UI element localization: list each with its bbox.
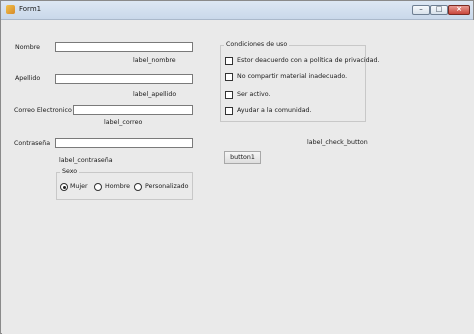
checkbox-privacidad-label: Estor deacuerdo con a política de privac… — [237, 57, 380, 64]
radio-personalizado-label: Personalizado — [145, 183, 189, 190]
checkbox-comunidad[interactable] — [225, 107, 233, 115]
form-client-area: Nombre label_nombre Apellido label_apell… — [2, 20, 474, 334]
maximize-button[interactable]: □ — [430, 5, 448, 15]
apellido-input[interactable] — [55, 74, 193, 84]
nombre-label: Nombre — [15, 44, 41, 51]
close-icon: × — [456, 5, 462, 13]
checkbox-privacidad[interactable] — [225, 57, 233, 65]
button1[interactable]: button1 — [224, 151, 261, 164]
apellido-status-label: label_apellido — [133, 91, 177, 98]
minimize-icon: – — [419, 5, 423, 13]
window-title: Form1 — [19, 5, 42, 13]
minimize-button[interactable]: – — [412, 5, 430, 15]
nombre-status-label: label_nombre — [133, 57, 176, 64]
radio-hombre-label: Hombre — [105, 183, 131, 190]
checkbox-activo[interactable] — [225, 91, 233, 99]
radio-mujer-label: Mujer — [70, 183, 88, 190]
app-icon — [6, 5, 15, 14]
apellido-label: Apellido — [15, 75, 41, 82]
form1-window: Form1 – □ × Nombre label_nombre Apellido… — [0, 0, 474, 334]
contrasena-label: Contraseña — [14, 140, 51, 147]
correo-status-label: label_correo — [104, 119, 143, 126]
condiciones-groupbox: Condiciones de uso Estor deacuerdo con a… — [220, 41, 379, 122]
maximize-icon: □ — [435, 5, 443, 13]
condiciones-group-title: Condiciones de uso — [224, 41, 290, 48]
title-bar: Form1 – □ × — [1, 1, 473, 20]
close-button[interactable]: × — [448, 5, 470, 15]
radio-hombre[interactable] — [94, 183, 102, 191]
sexo-groupbox: Sexo Mujer Hombre Personalizado — [56, 168, 193, 200]
checkbox-comunidad-label: Ayudar a la comunidad. — [237, 107, 312, 114]
radio-personalizado[interactable] — [134, 183, 142, 191]
check-status-label: label_check_button — [307, 139, 368, 146]
checkbox-material[interactable] — [225, 73, 233, 81]
checkbox-activo-label: Ser activo. — [237, 91, 271, 98]
correo-label: Correo Electronico — [14, 107, 72, 114]
checkbox-material-label: No compartir material inadecuado. — [237, 73, 348, 80]
correo-input[interactable] — [73, 105, 193, 115]
contrasena-input[interactable] — [55, 138, 193, 148]
nombre-input[interactable] — [55, 42, 193, 52]
contrasena-status-label: label_contraseña — [59, 157, 113, 164]
sexo-group-title: Sexo — [60, 168, 80, 175]
radio-mujer[interactable] — [60, 183, 68, 191]
